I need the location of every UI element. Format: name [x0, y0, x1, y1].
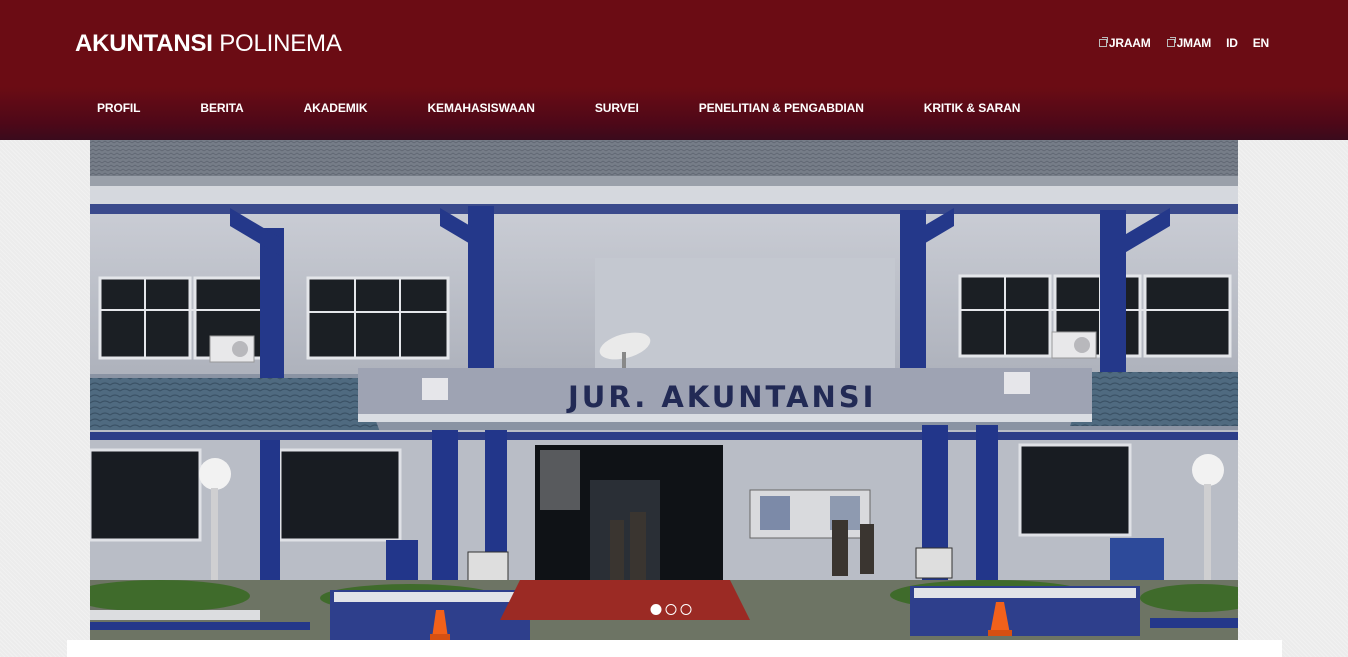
- site-logo[interactable]: AKUNTANSI POLINEMA: [75, 30, 342, 58]
- logo-light-text: POLINEMA: [219, 30, 342, 57]
- main-nav: PROFIL BERITA AKADEMIK KEMAHASISWAAN SUR…: [67, 94, 1050, 122]
- slider-dots: [650, 604, 692, 615]
- nav-penelitian-pengabdian[interactable]: PENELITIAN & PENGABDIAN: [669, 101, 894, 115]
- slider-dot-3[interactable]: [680, 604, 692, 615]
- link-jmam[interactable]: JMAM: [1166, 36, 1212, 50]
- logo-bold-text: AKUNTANSI: [75, 30, 213, 57]
- content-panel: [67, 640, 1282, 657]
- external-link-icon: [1098, 37, 1108, 47]
- building-photo: JUR. AKUNTANSI: [90, 140, 1238, 640]
- site-header: AKUNTANSI POLINEMA JRAAM JMAM ID EN PROF…: [0, 0, 1348, 140]
- external-link-icon: [1166, 37, 1176, 47]
- top-links: JRAAM JMAM ID EN: [1083, 36, 1269, 50]
- nav-berita[interactable]: BERITA: [170, 101, 273, 115]
- building-sign: JUR. AKUNTANSI: [566, 380, 876, 414]
- lang-id[interactable]: ID: [1226, 36, 1238, 50]
- nav-survei[interactable]: SURVEI: [565, 101, 669, 115]
- nav-kemahasiswaan[interactable]: KEMAHASISWAAN: [397, 101, 564, 115]
- lang-en[interactable]: EN: [1253, 36, 1269, 50]
- slider-dot-2[interactable]: [665, 604, 677, 615]
- link-jraam-label: JRAAM: [1108, 36, 1151, 50]
- nav-profil[interactable]: PROFIL: [67, 101, 170, 115]
- link-jmam-label: JMAM: [1176, 36, 1212, 50]
- nav-akademik[interactable]: AKADEMIK: [274, 101, 398, 115]
- hero-slider[interactable]: JUR. AKUNTANSI: [90, 140, 1238, 640]
- nav-kritik-saran[interactable]: KRITIK & SARAN: [894, 101, 1051, 115]
- link-jraam[interactable]: JRAAM: [1098, 36, 1151, 50]
- slider-dot-1[interactable]: [650, 604, 662, 615]
